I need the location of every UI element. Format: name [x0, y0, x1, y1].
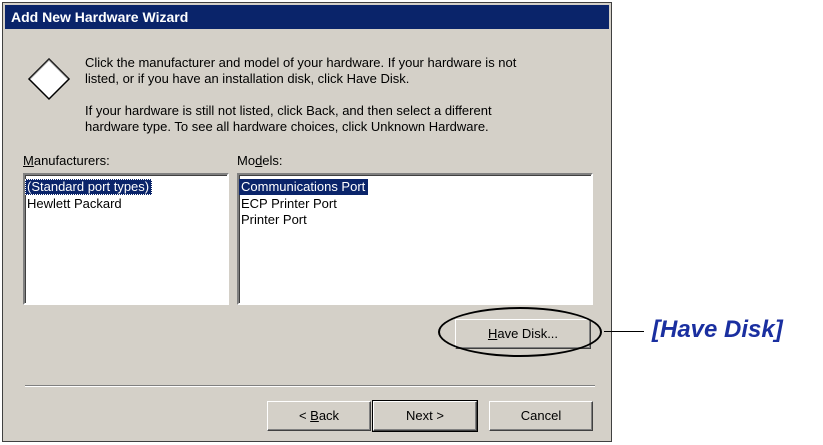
diamond-icon: [25, 55, 73, 103]
instruction-line-2: listed, or if you have an installation d…: [85, 71, 410, 86]
manufacturers-listbox[interactable]: (Standard port types) Hewlett Packard: [23, 173, 229, 305]
instruction-line-3: If your hardware is still not listed, cl…: [85, 103, 492, 118]
next-button[interactable]: Next >: [372, 400, 478, 432]
back-button[interactable]: < Back: [267, 401, 371, 431]
list-item[interactable]: Communications Port: [239, 178, 591, 196]
models-label: Models:: [237, 153, 283, 168]
model-item-ecp-printer-port[interactable]: ECP Printer Port: [239, 196, 591, 212]
title-bar[interactable]: Add New Hardware Wizard: [5, 5, 609, 29]
models-listbox[interactable]: Communications Port ECP Printer Port Pri…: [237, 173, 593, 305]
callout-leader-line: [604, 331, 644, 332]
list-item[interactable]: (Standard port types): [25, 178, 227, 196]
instruction-line-4: hardware type. To see all hardware choic…: [85, 119, 489, 134]
cancel-button[interactable]: Cancel: [489, 401, 593, 431]
model-item-communications-port[interactable]: Communications Port: [239, 179, 369, 195]
have-disk-annotation: [Have Disk]: [652, 316, 783, 343]
window-title: Add New Hardware Wizard: [11, 9, 189, 25]
manufacturer-item-standard[interactable]: (Standard port types): [25, 179, 153, 195]
separator: [25, 385, 595, 387]
have-disk-highlight-ellipse: [438, 307, 602, 357]
wizard-dialog: Add New Hardware Wizard Click the manufa…: [2, 2, 612, 442]
manufacturers-label: Manufacturers:: [23, 153, 110, 168]
manufacturer-item-hp[interactable]: Hewlett Packard: [25, 196, 227, 212]
model-item-printer-port[interactable]: Printer Port: [239, 212, 591, 228]
instruction-line-1: Click the manufacturer and model of your…: [85, 55, 517, 70]
